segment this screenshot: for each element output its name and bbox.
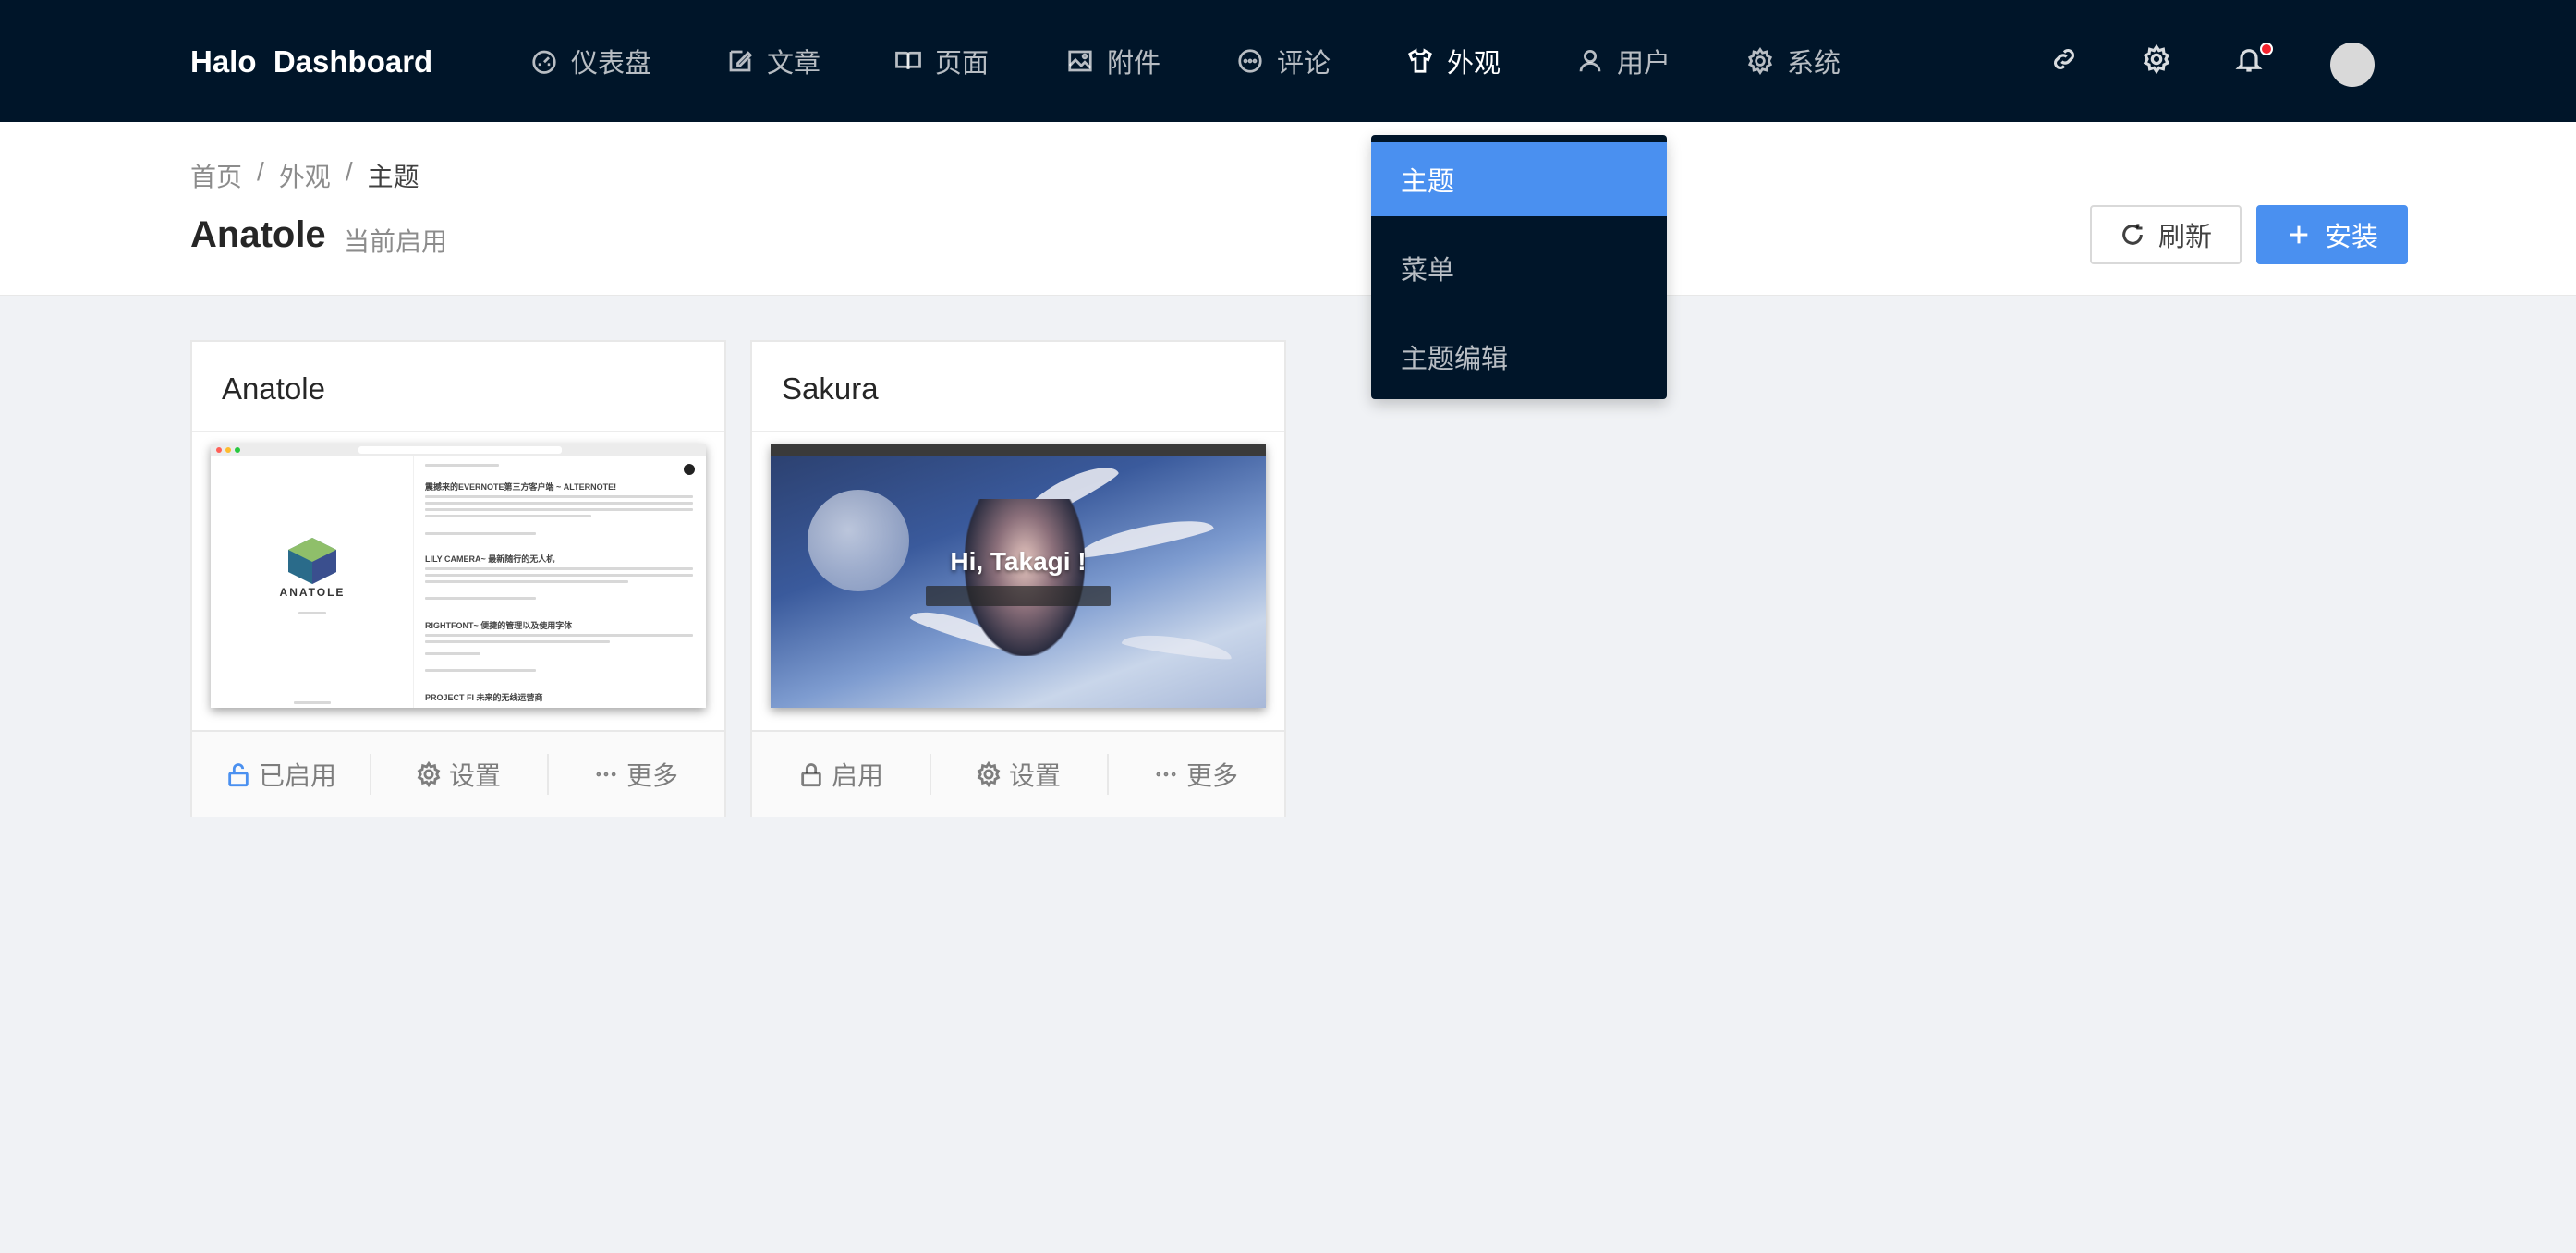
nav-item-appearance[interactable]: 外观: [1406, 41, 1501, 81]
nav-item-system[interactable]: 系统: [1746, 41, 1841, 81]
page-header: 首页 / 外观 / 主题 Anatole 当前启用 刷新 安装: [0, 122, 2576, 296]
theme-enabled-button[interactable]: 已启用: [192, 754, 370, 795]
theme-settings-label: 设置: [1008, 761, 1061, 790]
theme-more-label: 更多: [626, 761, 678, 790]
theme-settings-label: 设置: [448, 761, 501, 790]
gear-icon: [977, 761, 1001, 787]
plus-icon: [2290, 225, 2308, 244]
cover-post-title: LILY CAMERA~ 最新随行的无人机: [425, 554, 555, 564]
nav-item-label: 用户: [1617, 49, 1671, 79]
nav-item-label: 页面: [935, 49, 990, 79]
cover-post-title: RIGHTFONT~ 便捷的管理以及使用字体: [425, 621, 573, 630]
theme-cover-anatole[interactable]: ANATOLE 震撼来的EVERNOTE第三方客户端 ~ ALTERNOTE! …: [211, 444, 706, 708]
cover-headline: Hi, Takagi !: [950, 547, 1087, 576]
theme-enable-label: 已启用: [258, 761, 336, 790]
theme-more-button[interactable]: 更多: [547, 754, 724, 795]
theme-name: Anatole: [222, 371, 325, 406]
menu-item-menus[interactable]: 菜单: [1371, 231, 1667, 305]
ellipsis-icon: [1156, 772, 1176, 777]
card-divider: [192, 431, 724, 432]
refresh-button-label: 刷新: [2157, 223, 2212, 252]
theme-card-actions: 已启用 设置 更多: [192, 730, 724, 817]
notification-badge: [2260, 43, 2273, 55]
nav-item-users[interactable]: 用户: [1576, 41, 1671, 81]
theme-cover-sakura[interactable]: Hi, Takagi !: [771, 444, 1266, 708]
reload-icon: [2122, 224, 2143, 245]
skin-icon: [1408, 48, 1432, 73]
theme-card-sakura: Sakura Hi, Takagi ! 启用 设置 更多: [750, 340, 1286, 817]
page-subtitle: 当前启用: [344, 227, 448, 256]
nav-item-pages[interactable]: 页面: [894, 41, 989, 81]
nav-item-dashboard[interactable]: 仪表盘: [530, 41, 651, 81]
appearance-dropdown-menu: 主题 菜单 主题编辑: [1371, 135, 1667, 399]
nav-item-attachments[interactable]: 附件: [1066, 41, 1160, 81]
dashboard-icon: [532, 50, 556, 74]
theme-settings-button[interactable]: 设置: [370, 754, 547, 795]
comment-icon: [1238, 49, 1262, 73]
nav-item-label: 文章: [767, 49, 821, 79]
theme-name: Sakura: [782, 371, 879, 406]
cover-browser-bar: [771, 444, 1266, 456]
theme-more-label: 更多: [1185, 761, 1238, 790]
brand-logo[interactable]: Halo Dashboard: [190, 44, 432, 79]
nav-item-label: 仪表盘: [571, 49, 652, 79]
refresh-button[interactable]: 刷新: [2090, 205, 2242, 264]
nav-item-posts[interactable]: 文章: [726, 41, 820, 81]
link-icon[interactable]: [2049, 44, 2083, 78]
page-title: Anatole: [190, 214, 326, 255]
cover-post-title: PROJECT FI 未来的无线运营商: [425, 693, 543, 702]
breadcrumb-current: 主题: [367, 163, 419, 191]
setting-icon: [1747, 47, 1773, 75]
theme-settings-button[interactable]: 设置: [930, 754, 1107, 795]
breadcrumb-separator: /: [345, 157, 353, 186]
nav-item-label: 系统: [1787, 49, 1841, 79]
menu-item-theme-editor[interactable]: 主题编辑: [1371, 320, 1667, 394]
cover-illustration: [965, 499, 1085, 656]
theme-more-button[interactable]: 更多: [1107, 754, 1284, 795]
breadcrumb-appearance[interactable]: 外观: [279, 157, 331, 194]
install-button-label: 安装: [2324, 223, 2378, 252]
breadcrumb: 首页 / 外观 / 主题: [190, 157, 419, 194]
anatole-logo-icon: [288, 538, 336, 584]
breadcrumb-separator: /: [257, 157, 264, 186]
theme-enable-label: 启用: [831, 761, 883, 790]
lock-icon: [801, 763, 821, 787]
cover-subtitle-bar: [926, 586, 1111, 606]
edit-icon: [729, 50, 753, 72]
nav-item-comments[interactable]: 评论: [1236, 41, 1331, 81]
theme-card-actions: 启用 设置 更多: [752, 730, 1284, 817]
ellipsis-icon: [596, 772, 616, 777]
picture-icon: [1068, 50, 1092, 72]
card-divider: [752, 431, 1284, 432]
theme-card-anatole: Anatole ANATOLE 震撼来的EVERNOTE第三方客户端 ~ ALT…: [190, 340, 726, 817]
breadcrumb-home[interactable]: 首页: [190, 157, 242, 194]
nav-item-label: 评论: [1277, 49, 1331, 79]
nav-item-label: 外观: [1447, 49, 1501, 79]
nav-item-label: 附件: [1107, 49, 1161, 79]
menu-item-themes[interactable]: 主题: [1371, 142, 1667, 216]
cover-post-title: 震撼来的EVERNOTE第三方客户端 ~ ALTERNOTE!: [425, 482, 617, 492]
unlock-icon: [228, 763, 249, 787]
user-icon: [1579, 50, 1601, 72]
install-button[interactable]: 安装: [2256, 205, 2408, 264]
top-navbar: Halo Dashboard 仪表盘 文章 页面 附件 评论 外观 用户 系统: [0, 0, 2576, 122]
theme-enable-button[interactable]: 启用: [752, 754, 930, 795]
gear-icon[interactable]: [2142, 43, 2175, 78]
book-icon: [895, 51, 921, 70]
avatar[interactable]: [2330, 43, 2375, 87]
cover-browser-bar: [211, 444, 706, 456]
cover-logo-text: ANATOLE: [279, 586, 346, 599]
gear-icon: [417, 761, 441, 787]
